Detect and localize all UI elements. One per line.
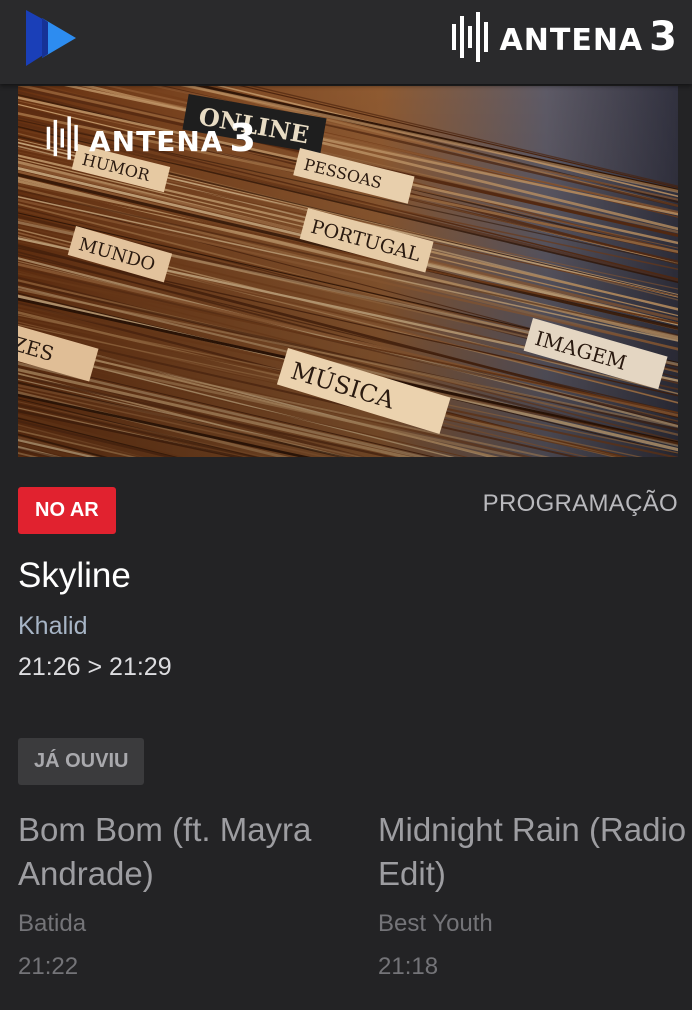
history-item-artist: Batida	[18, 910, 87, 937]
now-playing-time: 21:26 > 21:29	[18, 653, 172, 681]
brand-name: ANTENA 3	[499, 14, 678, 60]
history-item-time: 21:22	[18, 953, 79, 980]
history-item-title: Midnight Rain (Radio Edit)	[378, 811, 687, 892]
top-bar: ANTENA 3	[0, 0, 692, 84]
now-playing-title: Skyline	[18, 556, 131, 595]
on-air-badge: NO AR	[18, 487, 116, 534]
hero-image: ONLINE HUMOR PESSOAS MUNDO PORTUGAL ZES	[18, 86, 678, 457]
history-item-time: 21:18	[378, 953, 439, 980]
schedule-link[interactable]: PROGRAMAÇÃO	[483, 490, 678, 518]
play-logo-icon[interactable]	[22, 8, 78, 68]
now-playing-artist: Khalid	[18, 612, 88, 640]
antena3-logo[interactable]: ANTENA 3	[450, 8, 678, 66]
history-item[interactable]: Bom Bom (ft. Mayra Andrade) Batida 21:22	[18, 808, 328, 981]
history-badge: JÁ OUVIU	[18, 738, 145, 785]
history-item-title: Bom Bom (ft. Mayra Andrade)	[18, 811, 312, 892]
history-item-artist: Best Youth	[378, 910, 493, 937]
history-item[interactable]: Midnight Rain (Radio Edit) Best Youth 21…	[378, 808, 688, 981]
hero-logo: ANTENA 3	[45, 116, 257, 160]
hero-brand-name: ANTENA 3	[89, 116, 257, 160]
antena3-bars-icon	[46, 116, 78, 160]
antena3-bars-icon	[451, 12, 488, 62]
